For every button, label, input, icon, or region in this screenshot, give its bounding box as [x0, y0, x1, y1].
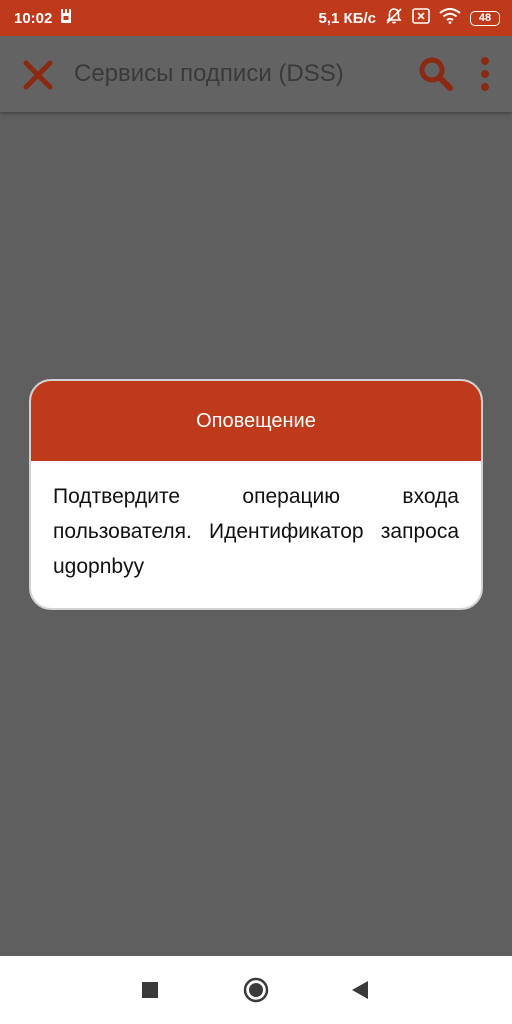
- recents-square-icon: [142, 982, 158, 998]
- sim-toolkit-icon: [60, 9, 72, 27]
- close-icon: [23, 60, 53, 90]
- app-bar: Сервисы подписи (DSS): [0, 36, 512, 112]
- dialog-title: Оповещение: [196, 409, 316, 432]
- search-icon: [419, 57, 453, 91]
- sim-x-icon: [412, 8, 430, 28]
- network-speed: 5,1 КБ/с: [318, 9, 376, 27]
- bell-off-icon: [385, 7, 403, 29]
- back-triangle-icon: [352, 981, 368, 999]
- close-button[interactable]: [20, 57, 56, 93]
- status-time: 10:02: [14, 9, 53, 27]
- dialog-message: Подтвердите операцию входа пользователя.…: [53, 485, 459, 578]
- more-options-button[interactable]: [472, 54, 498, 94]
- back-button[interactable]: [344, 974, 376, 1006]
- more-vertical-icon: [481, 57, 489, 91]
- dialog-header: Оповещение: [31, 381, 481, 461]
- status-right: 5,1 КБ/с 48: [319, 7, 500, 29]
- alert-dialog: Оповещение Подтвердите операцию входа по…: [29, 379, 483, 610]
- search-button[interactable]: [414, 54, 458, 94]
- home-button[interactable]: [240, 974, 272, 1006]
- screen: 10:02 5,1 КБ/с 48 Сервисы подписи (DSS) …: [0, 0, 512, 1024]
- recents-button[interactable]: [134, 974, 166, 1006]
- status-left: 10:02: [14, 9, 72, 27]
- home-circle-icon: [243, 977, 269, 1003]
- wifi-icon: [439, 8, 461, 28]
- status-bar: 10:02 5,1 КБ/с 48: [0, 0, 512, 36]
- system-nav-bar: [0, 956, 512, 1024]
- battery-icon: 48: [470, 10, 500, 26]
- battery-level: 48: [478, 11, 492, 24]
- page-title: Сервисы подписи (DSS): [74, 60, 344, 87]
